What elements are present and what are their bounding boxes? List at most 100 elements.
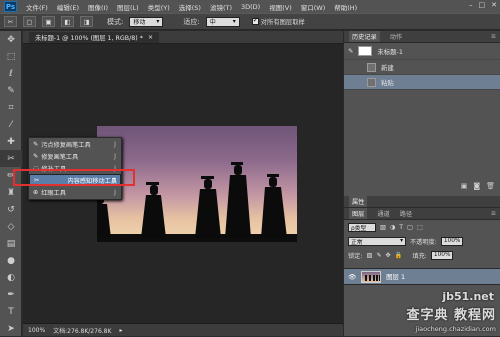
menu-window[interactable]: 窗口(W) [301,2,326,12]
menu-help[interactable]: 帮助(H) [334,2,357,12]
document-size-info: 文档:276.8K/276.8K [53,327,112,335]
filter-smart-icon[interactable]: ⬚ [417,224,423,231]
watermark-brand: 查字典 教程网 [406,308,496,323]
add-selection-icon[interactable]: ▣ [42,16,55,27]
opacity-input[interactable]: 100% [440,236,463,246]
chevron-right-icon[interactable]: ▸ [119,327,122,334]
menu-image[interactable]: 图像(I) [88,2,108,12]
tool-preset-icon[interactable]: ✂ [4,16,17,27]
menu-layer[interactable]: 图层(L) [117,2,139,12]
chevron-down-icon: ▾ [232,18,236,25]
quick-select-tool-icon[interactable]: ✎ [0,82,22,99]
history-brush-tool-icon[interactable]: ↺ [0,201,22,218]
history-footer: ▣ ◙ 🗑 [344,182,500,192]
mode-label: 模式: [107,17,124,26]
highlight-box [13,169,135,186]
watermark: jb51.net 查字典 教程网 jiaocheng.chazidian.com [365,290,500,336]
sample-all-layers-checkbox[interactable]: 对所有图层取样 [251,16,305,26]
checkbox-checked-icon [251,16,259,25]
photoshop-logo: Ps [4,1,17,12]
menu-view[interactable]: 视图(V) [269,2,292,12]
marquee-tool-icon[interactable]: ⬚ [0,48,22,65]
document-icon [367,62,376,72]
camera-icon[interactable]: ◙ [473,182,480,192]
maximize-button[interactable]: □ [479,1,486,9]
lasso-tool-icon[interactable]: ℓ [0,65,22,82]
content-aware-move-tool-icon[interactable]: ✂ [0,150,22,167]
history-row-new[interactable]: 新建 [344,60,500,75]
fill-label: 填充: [412,252,427,260]
watermark-url: jiaocheng.chazidian.com [415,325,496,333]
trash-icon[interactable]: 🗑 [486,182,495,192]
mode-select[interactable]: 移动 ▾ [129,16,164,27]
history-row-paste[interactable]: 粘贴 [344,75,500,90]
blur-tool-icon[interactable]: ● [0,252,22,269]
subtract-selection-icon[interactable]: ◧ [61,16,74,27]
flyout-item-spot-healing[interactable]: ✎ 污点修复画笔工具 J [29,138,121,150]
lock-label: 锁定: [348,252,363,260]
menu-bar: Ps 文件(F) 编辑(E) 图像(I) 图层(L) 类型(Y) 选择(S) 滤… [0,0,500,13]
gradient-tool-icon[interactable]: ▤ [0,235,22,252]
filter-type-icon[interactable]: T [399,224,403,231]
eraser-tool-icon[interactable]: ◇ [0,218,22,235]
blend-mode-select[interactable]: 正常 ▾ [348,236,406,246]
document-tab[interactable]: 未标题-1 @ 100% (图层 1, RGB/8) * × [29,32,160,43]
history-snapshot[interactable]: ✎ 未标题-1 [344,43,500,60]
history-panel-tabs: 历史记录 动作 ≡ [344,31,500,43]
filter-adjust-icon[interactable]: ◑ [390,224,395,231]
opacity-label: 不透明度: [410,238,437,246]
snapshot-thumbnail [358,46,373,56]
spot-healing-brush-icon: ✎ [33,140,39,148]
healing-brush-icon: ✎ [33,152,39,160]
fill-input[interactable]: 100% [430,250,453,260]
path-select-tool-icon[interactable]: ➤ [0,320,22,337]
tab-properties[interactable]: 属性 [349,196,368,207]
panel-menu-icon[interactable]: ≡ [491,210,496,217]
lock-row: 锁定: ▧ ✎ ✥ 🔒 填充: 100% [344,248,500,262]
tab-paths[interactable]: 路径 [400,209,412,218]
layer-kind-select[interactable]: ρ类型 [348,222,376,232]
zoom-level[interactable]: 100% [28,327,45,334]
filter-pixel-icon[interactable]: ▨ [380,224,386,231]
layer-filter-row: ρ类型 ▨ ◑ T ▢ ⬚ [344,220,500,234]
lock-pixels-icon[interactable]: ✎ [376,252,381,259]
brush-source-icon: ✎ [348,47,354,55]
menu-3d[interactable]: 3D(D) [241,3,260,11]
pen-tool-icon[interactable]: ✒ [0,286,22,303]
minimize-button[interactable]: – [469,1,473,9]
tab-actions[interactable]: 动作 [390,32,402,41]
lock-all-icon[interactable]: 🔒 [395,251,403,259]
panel-menu-icon[interactable]: ≡ [491,33,496,40]
tab-history[interactable]: 历史记录 [349,31,380,42]
eyedropper-tool-icon[interactable]: ⁄ [0,116,22,133]
intersect-selection-icon[interactable]: ◨ [80,16,93,27]
new-selection-icon[interactable]: ▢ [23,16,36,27]
tab-layers[interactable]: 图层 [349,208,368,219]
adapt-select[interactable]: 中 ▾ [205,16,240,27]
filter-shape-icon[interactable]: ▢ [407,224,413,231]
move-tool-icon[interactable]: ✥ [0,31,22,48]
menu-select[interactable]: 选择(S) [179,2,201,12]
chevron-down-icon: ▾ [156,18,160,25]
healing-tool-icon[interactable]: ✚ [0,133,22,150]
layer-item[interactable]: 👁 图层 1 [344,268,500,285]
close-tab-icon[interactable]: × [148,34,153,41]
lock-position-icon[interactable]: ✥ [386,252,391,259]
lock-transparency-icon[interactable]: ▧ [366,252,372,259]
type-tool-icon[interactable]: T [0,303,22,320]
tab-channels[interactable]: 通道 [377,209,389,218]
menu-edit[interactable]: 编辑(E) [57,2,79,12]
close-button[interactable]: ✕ [491,1,497,9]
eye-icon[interactable]: 👁 [348,273,356,281]
flyout-item-red-eye[interactable]: ⊕ 红眼工具 J [29,186,121,198]
dodge-tool-icon[interactable]: ◐ [0,269,22,286]
document-icon [367,77,376,87]
clone-stamp-tool-icon[interactable]: ♜ [0,184,22,201]
crop-tool-icon[interactable]: ⌗ [0,99,22,116]
flyout-item-healing-brush[interactable]: ✎ 修复画笔工具 J [29,150,121,162]
menu-type[interactable]: 类型(Y) [148,2,170,12]
menu-file[interactable]: 文件(F) [26,2,48,12]
properties-panel-tab: 属性 [344,196,500,208]
menu-filter[interactable]: 滤镜(T) [210,2,232,12]
new-document-from-state-icon[interactable]: ▣ [461,182,468,192]
